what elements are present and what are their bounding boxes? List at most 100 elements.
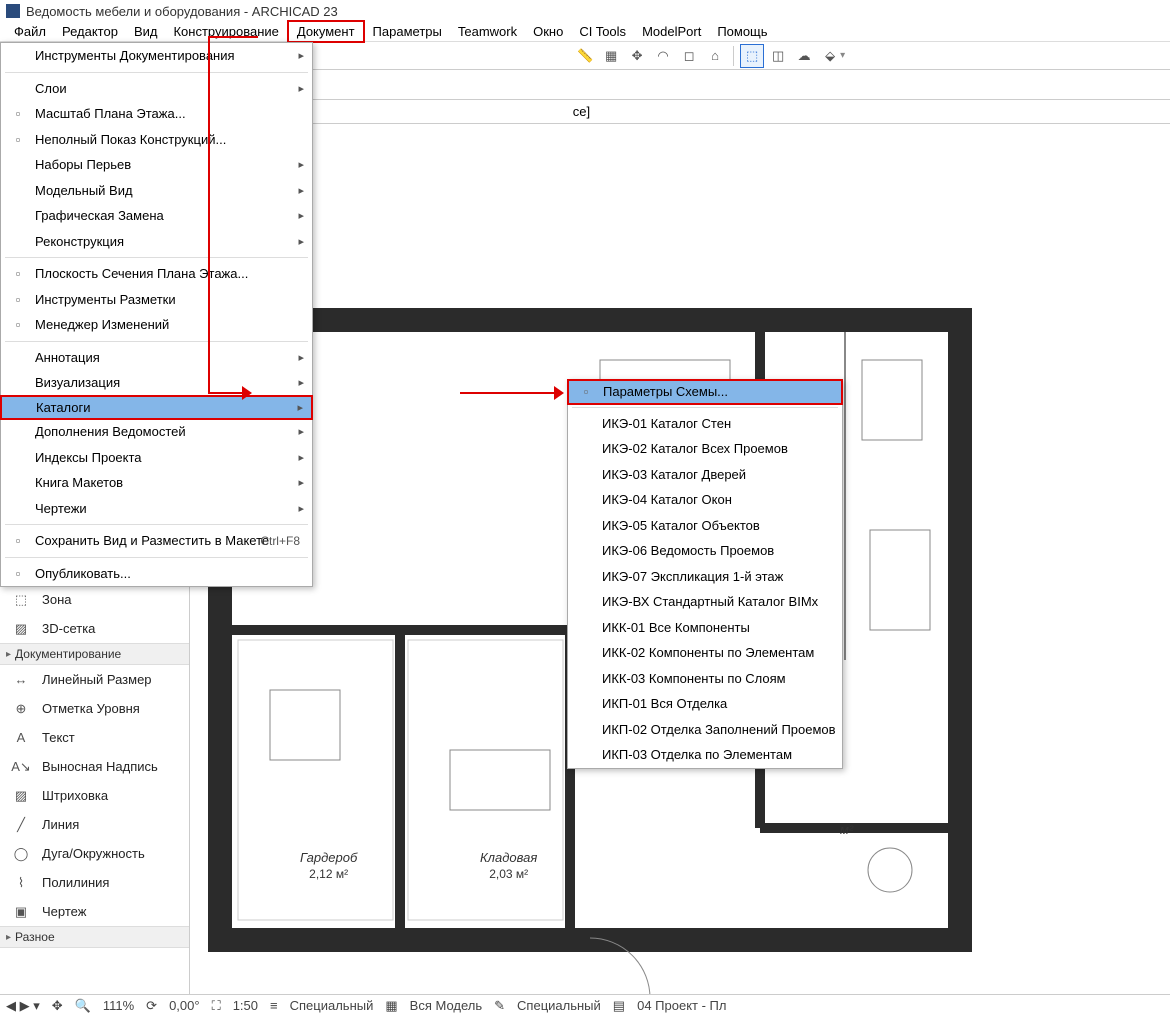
- menu-item[interactable]: Каталоги: [0, 395, 313, 421]
- tool-drawing[interactable]: ▣Чертеж: [0, 897, 189, 926]
- sb-zoom-value[interactable]: 111%: [103, 998, 134, 1013]
- tool-fill[interactable]: ▨Штриховка: [0, 781, 189, 810]
- square-icon[interactable]: ◻: [677, 44, 701, 68]
- submenu-item[interactable]: ИКЭ-02 Каталог Всех Проемов: [568, 436, 842, 462]
- menu-item[interactable]: Индексы Проекта: [1, 445, 312, 471]
- submenu-item[interactable]: ИКП-03 Отделка по Элементам: [568, 742, 842, 768]
- publish-tb-icon[interactable]: ⬙: [818, 44, 842, 68]
- sb-model-icon[interactable]: ▦: [385, 998, 397, 1014]
- sb-nav[interactable]: ◀ ▶ ▾: [6, 998, 40, 1014]
- menu-help[interactable]: Помощь: [709, 22, 775, 41]
- sb-layout-icon[interactable]: ▤: [613, 998, 625, 1014]
- submenu-item[interactable]: ИКК-02 Компоненты по Элементам: [568, 640, 842, 666]
- sb-scale[interactable]: 1:50: [233, 998, 258, 1013]
- room-label-storage: Кладовая2,03 м²: [480, 850, 537, 881]
- sb-pen-icon[interactable]: ✎: [494, 998, 505, 1014]
- layers-icon[interactable]: ◫: [766, 44, 790, 68]
- app-logo-icon: [6, 4, 20, 18]
- menu-view[interactable]: Вид: [126, 22, 166, 41]
- menu-item[interactable]: ▫Опубликовать...: [1, 561, 312, 587]
- submenu-item[interactable]: ИКЭ-03 Каталог Дверей: [568, 462, 842, 488]
- tool-level[interactable]: ⊕Отметка Уровня: [0, 694, 189, 723]
- room-label-wardrobe: Гардероб2,12 м²: [300, 850, 357, 881]
- sb-zoom-icon[interactable]: 🔍: [75, 998, 91, 1014]
- submenu-item[interactable]: ▫Параметры Схемы...: [567, 379, 843, 405]
- menu-document[interactable]: Документ: [287, 20, 365, 43]
- menu-item[interactable]: Наборы Перьев: [1, 152, 312, 178]
- pan-icon[interactable]: ✥: [625, 44, 649, 68]
- sb-opt2[interactable]: Вся Модель: [410, 998, 482, 1013]
- cloud-icon[interactable]: ☁: [792, 44, 816, 68]
- menu-item[interactable]: Инструменты Документирования: [1, 43, 312, 69]
- menu-item[interactable]: Реконструкция: [1, 229, 312, 255]
- menu-item[interactable]: ▫Масштаб Плана Этажа...: [1, 101, 312, 127]
- menubar: Файл Редактор Вид Конструирование Докуме…: [0, 22, 1170, 42]
- tool-mesh[interactable]: ▨3D-сетка: [0, 614, 189, 643]
- menu-design[interactable]: Конструирование: [165, 22, 286, 41]
- menu-file[interactable]: Файл: [6, 22, 54, 41]
- tool-zone[interactable]: ⬚Зона: [0, 585, 189, 614]
- menu-item[interactable]: ▫Менеджер Изменений: [1, 312, 312, 338]
- menu-item[interactable]: ▫Неполный Показ Конструкций...: [1, 127, 312, 153]
- submenu-item[interactable]: ИКК-03 Компоненты по Слоям: [568, 666, 842, 692]
- submenu-item[interactable]: ИКП-02 Отделка Заполнений Проемов: [568, 717, 842, 743]
- label-icon: A↘: [10, 758, 32, 776]
- menu-item[interactable]: Визуализация: [1, 370, 312, 396]
- menu-item[interactable]: ▫Плоскость Сечения Плана Этажа...: [1, 261, 312, 287]
- menu-item[interactable]: Слои: [1, 76, 312, 102]
- menu-item[interactable]: Чертежи: [1, 496, 312, 522]
- menu-item[interactable]: ▫Инструменты Разметки: [1, 287, 312, 313]
- arc-icon: ◯: [10, 845, 32, 863]
- sb-opt3[interactable]: Специальный: [517, 998, 601, 1013]
- submenu-item[interactable]: ИКЭ-ВХ Стандартный Каталог BIMx: [568, 589, 842, 615]
- submenu-item[interactable]: ИКЭ-04 Каталог Окон: [568, 487, 842, 513]
- menu-modelport[interactable]: ModelPort: [634, 22, 709, 41]
- submenu-item[interactable]: ИКЭ-07 Экспликация 1-й этаж: [568, 564, 842, 590]
- menu-item[interactable]: Книга Макетов: [1, 470, 312, 496]
- sb-rotate-icon[interactable]: ⟳: [146, 998, 157, 1014]
- arc-tool-icon[interactable]: ◠: [651, 44, 675, 68]
- tool-polyline[interactable]: ⌇Полилиния: [0, 868, 189, 897]
- menu-window[interactable]: Окно: [525, 22, 571, 41]
- grid-icon[interactable]: ▦: [599, 44, 623, 68]
- menu-citools[interactable]: CI Tools: [571, 22, 634, 41]
- submenu-item[interactable]: ИКП-01 Вся Отделка: [568, 691, 842, 717]
- sb-pan-icon[interactable]: ✥: [52, 998, 63, 1014]
- menu-options[interactable]: Параметры: [365, 22, 450, 41]
- section-document[interactable]: Документирование: [0, 643, 189, 665]
- sb-angle[interactable]: 0,00°: [169, 998, 200, 1013]
- annotation-arrow: [208, 36, 210, 392]
- changes-icon: ▫: [9, 316, 27, 334]
- catalogs-submenu-dropdown: ▫Параметры Схемы...ИКЭ-01 Каталог СтенИК…: [567, 379, 843, 769]
- home-icon[interactable]: ⌂: [703, 44, 727, 68]
- menu-item[interactable]: ▫Сохранить Вид и Разместить в МакетеCtrl…: [1, 528, 312, 554]
- tool-line[interactable]: ╱Линия: [0, 810, 189, 839]
- sb-opt4[interactable]: 04 Проект - Пл: [637, 998, 726, 1013]
- menu-item[interactable]: Модельный Вид: [1, 178, 312, 204]
- document-menu-dropdown: Инструменты Документирования Слои▫Масштаб…: [0, 42, 313, 587]
- scale-icon: ▫: [9, 105, 27, 123]
- menu-item[interactable]: Аннотация: [1, 345, 312, 371]
- menu-edit[interactable]: Редактор: [54, 22, 126, 41]
- window-title: Ведомость мебели и оборудования - ARCHIC…: [26, 4, 338, 19]
- annotation-arrow: [460, 392, 560, 394]
- submenu-item[interactable]: ИКЭ-05 Каталог Объектов: [568, 513, 842, 539]
- menu-item[interactable]: Графическая Замена: [1, 203, 312, 229]
- menu-teamwork[interactable]: Teamwork: [450, 22, 525, 41]
- submenu-item[interactable]: ИКК-01 Все Компоненты: [568, 615, 842, 641]
- tool-text[interactable]: AТекст: [0, 723, 189, 752]
- submenu-item[interactable]: ИКЭ-06 Ведомость Проемов: [568, 538, 842, 564]
- tool-arc[interactable]: ◯Дуга/Окружность: [0, 839, 189, 868]
- sb-layers-icon[interactable]: ≡: [270, 998, 278, 1013]
- tool-label[interactable]: A↘Выносная Надпись: [0, 752, 189, 781]
- drawing-icon: ▣: [10, 903, 32, 921]
- tool-dimension[interactable]: ↔Линейный Размер: [0, 665, 189, 694]
- mesh-icon: ▨: [10, 620, 32, 638]
- menu-item[interactable]: Дополнения Ведомостей: [1, 419, 312, 445]
- sb-scale-icon[interactable]: ⛶: [212, 998, 221, 1014]
- measure-icon[interactable]: 📏: [573, 44, 597, 68]
- submenu-item[interactable]: ИКЭ-01 Каталог Стен: [568, 411, 842, 437]
- section-misc[interactable]: Разное: [0, 926, 189, 948]
- 3d-bounds-icon[interactable]: ⬚: [740, 44, 764, 68]
- sb-opt1[interactable]: Специальный: [290, 998, 374, 1013]
